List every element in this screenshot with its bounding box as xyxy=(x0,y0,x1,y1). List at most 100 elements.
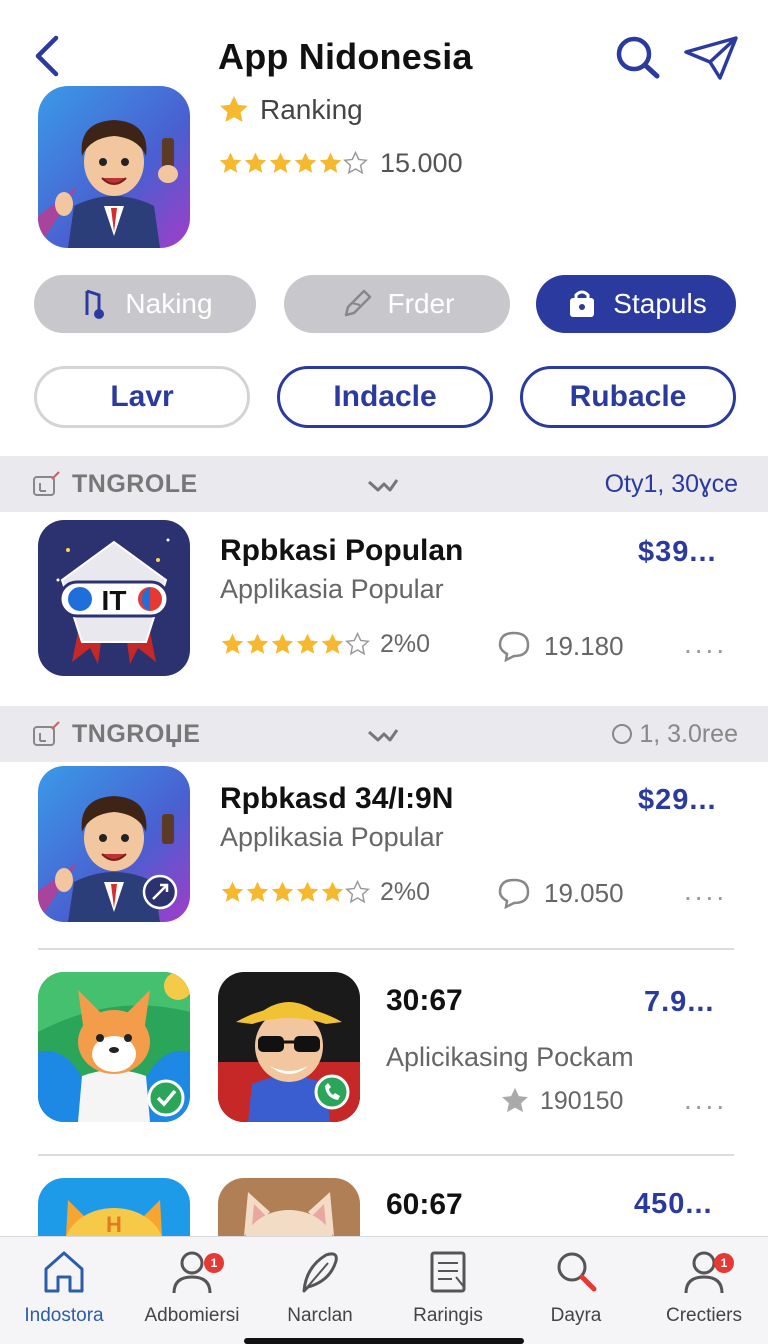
rating-stars xyxy=(218,151,368,176)
filter-label: Stapuls xyxy=(613,288,707,319)
divider xyxy=(38,948,734,950)
back-arrow-icon[interactable] xyxy=(28,34,68,78)
nav-home[interactable]: Indostora xyxy=(0,1247,128,1327)
more-menu-icon[interactable]: .... xyxy=(684,1084,727,1116)
filter-label: Indacle xyxy=(333,380,437,413)
filter-label: Naking xyxy=(125,288,213,319)
notification-badge: 1 xyxy=(204,1253,224,1273)
star-filled-icon xyxy=(269,152,292,173)
ranking-label: Ranking xyxy=(260,94,363,125)
trend-icon xyxy=(368,729,399,742)
app-icon-hero[interactable] xyxy=(38,86,190,248)
app-icon-cat[interactable]: H xyxy=(38,1178,190,1236)
app-icon-kitten[interactable] xyxy=(218,1178,360,1236)
star-filled-icon xyxy=(294,152,317,173)
nav-label: Dayra xyxy=(550,1305,602,1326)
edit-box-icon xyxy=(33,721,60,746)
item-title[interactable]: 30:67 xyxy=(386,984,463,1018)
nav-crectiers[interactable]: 1 Crectiers xyxy=(640,1247,768,1327)
send-icon[interactable] xyxy=(682,34,740,82)
item-rating: 2%0 xyxy=(220,878,430,907)
item-title[interactable]: Rpbkasd 34/I:9N xyxy=(220,782,453,816)
rating-row: 15.000 xyxy=(218,148,463,179)
filter-frder[interactable]: Frder xyxy=(284,275,510,333)
item-price: $29... xyxy=(638,784,717,816)
app-icon-sunglasses[interactable] xyxy=(218,972,360,1122)
section-label: TNGROLE xyxy=(72,469,198,498)
comment-count: 19.180 xyxy=(544,630,624,661)
item-rating: 2%0 xyxy=(220,630,430,659)
item-subtitle: Applikasia Popular xyxy=(220,574,444,604)
rating-value: 2%0 xyxy=(380,878,431,906)
trend-icon xyxy=(368,479,399,492)
filter-rubacle[interactable]: Rubacle xyxy=(520,366,736,428)
kitten-character-icon xyxy=(218,1178,360,1236)
divider xyxy=(38,1154,734,1156)
section-meta-text: 1, 3.0ree xyxy=(639,719,738,748)
home-indicator[interactable] xyxy=(244,1338,524,1344)
item-comments: 19.180 xyxy=(496,630,624,662)
star-icon xyxy=(220,96,248,122)
badge-ribbon-icon: IT xyxy=(38,520,190,676)
comment-count: 19.050 xyxy=(544,877,624,908)
app-icon-ribbon[interactable]: IT xyxy=(38,520,190,676)
star-filled-icon xyxy=(246,881,269,902)
edit-box-icon xyxy=(33,471,60,496)
document-icon xyxy=(430,1251,466,1293)
app-icon-businessman[interactable] xyxy=(38,766,190,922)
cool-character-icon xyxy=(218,972,360,1122)
more-menu-icon[interactable]: .... xyxy=(684,875,727,907)
section-header: TNGROLE Oty1, 30ɣce xyxy=(0,456,768,512)
star-filled-icon xyxy=(321,881,344,902)
filter-lavr[interactable]: Lavr xyxy=(34,366,250,428)
rating-count: 15.000 xyxy=(380,148,463,178)
section-title: TNGROЏE xyxy=(32,720,200,749)
app-icon-fox[interactable] xyxy=(38,972,190,1122)
section-meta[interactable]: 1, 3.0ree xyxy=(611,720,738,749)
section-label: TNGROЏE xyxy=(72,719,201,748)
nav-narclan[interactable]: Narclan xyxy=(256,1247,384,1327)
nav-dayra[interactable]: Dayra xyxy=(512,1247,640,1327)
search-icon[interactable] xyxy=(614,34,662,80)
rating-stars xyxy=(220,880,370,905)
nav-raringis[interactable]: Raringis xyxy=(384,1247,512,1327)
ranking-row: Ranking xyxy=(218,94,363,126)
nav-label: Indostora xyxy=(24,1305,104,1326)
businessman-avatar-icon xyxy=(38,86,190,248)
more-menu-icon[interactable]: .... xyxy=(684,628,727,660)
businessman-avatar-icon xyxy=(38,766,190,922)
bag-icon xyxy=(570,290,595,317)
filter-stapuls[interactable]: Stapuls xyxy=(536,275,736,333)
star-filled-icon xyxy=(319,152,342,173)
fox-character-icon xyxy=(38,972,190,1122)
filter-naking[interactable]: Naking xyxy=(34,275,256,333)
item-rating: 190150 xyxy=(500,1086,623,1116)
star-filled-icon xyxy=(296,881,319,902)
star-filled-icon xyxy=(271,633,294,654)
item-subtitle: Applikasia Popular xyxy=(220,822,444,852)
section-meta[interactable]: Oty1, 30ɣce xyxy=(605,470,738,499)
rating-count: 190150 xyxy=(540,1086,624,1115)
pen-icon xyxy=(344,289,371,317)
star-filled-icon xyxy=(221,881,244,902)
item-price: 450... xyxy=(634,1188,713,1220)
rating-stars xyxy=(220,632,370,657)
star-outline-icon xyxy=(345,880,370,904)
star-filled-icon xyxy=(221,633,244,654)
svg-text:H: H xyxy=(106,1212,122,1236)
star-grey-icon xyxy=(502,1087,528,1113)
star-filled-icon xyxy=(271,881,294,902)
item-title[interactable]: 60:67 xyxy=(386,1188,463,1222)
nav-adbomiersi[interactable]: 1 Adbomiersi xyxy=(128,1247,256,1327)
filter-indacle[interactable]: Indacle xyxy=(277,366,493,428)
item-title[interactable]: Rpbkasi Populan xyxy=(220,534,463,568)
item-comments: 19.050 xyxy=(496,877,624,909)
star-outline-icon xyxy=(345,632,370,656)
star-filled-icon xyxy=(246,633,269,654)
nav-label: Adbomiersi xyxy=(144,1305,240,1326)
filter-label: Frder xyxy=(387,288,455,319)
page-title: App Nidonesia xyxy=(218,36,473,77)
music-note-icon xyxy=(85,289,105,319)
star-outline-icon xyxy=(343,151,368,175)
section-header: TNGROЏE 1, 3.0ree xyxy=(0,706,768,762)
